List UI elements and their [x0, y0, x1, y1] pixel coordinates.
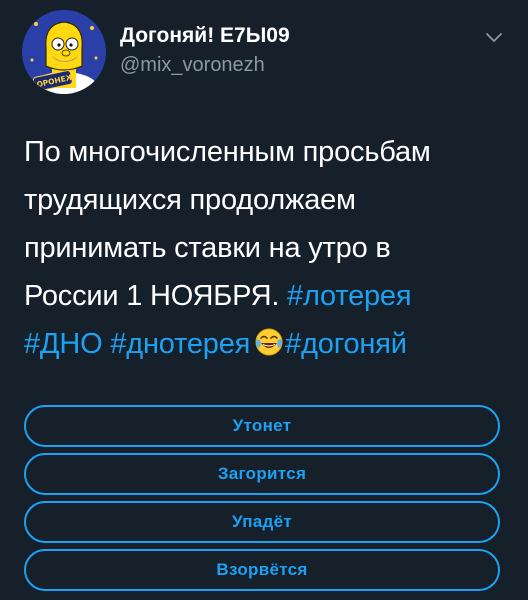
author-avatar[interactable]: ВОРОНЕЖ	[22, 10, 106, 94]
hashtag-link[interactable]: #ДНО	[24, 328, 103, 360]
hashtag-link[interactable]: #догоняй	[285, 328, 407, 360]
author-display-name[interactable]: Догоняй! E7Ы09	[120, 24, 290, 48]
tweet-body: По многочисленным просьбам трудящихся пр…	[24, 128, 514, 368]
poll-option-button[interactable]: Утонет	[24, 405, 500, 447]
hashtag-link[interactable]: #днотерея	[110, 328, 250, 360]
chevron-down-icon[interactable]	[485, 30, 503, 44]
tweet-text-line-5: #ДНО #днотерея #догоняй	[24, 320, 514, 368]
tweet-text-line: По многочисленным просьбам	[24, 136, 431, 168]
tweet-text-fragment: России 1 НОЯБРЯ.	[24, 280, 288, 312]
hashtag-link[interactable]: #лотерея	[287, 280, 412, 312]
poll-option-button[interactable]: Загорится	[24, 453, 500, 495]
avatar-image: ВОРОНЕЖ	[22, 10, 106, 94]
face-with-tears-of-joy-icon	[254, 324, 284, 356]
tweet-card: ВОРОНЕЖ Догоняй! E7Ы09 @mix_voronezh По …	[0, 0, 528, 600]
tweet-text-line-4: России 1 НОЯБРЯ. #лотерея	[24, 272, 514, 320]
poll-option-button[interactable]: Взорвётся	[24, 549, 500, 591]
tweet-text-line: принимать ставки на утро в	[24, 232, 391, 264]
tweet-text-line: трудящихся продолжаем	[24, 184, 356, 216]
author-handle[interactable]: @mix_voronezh	[120, 54, 265, 77]
poll-option-button[interactable]: Упадёт	[24, 501, 500, 543]
